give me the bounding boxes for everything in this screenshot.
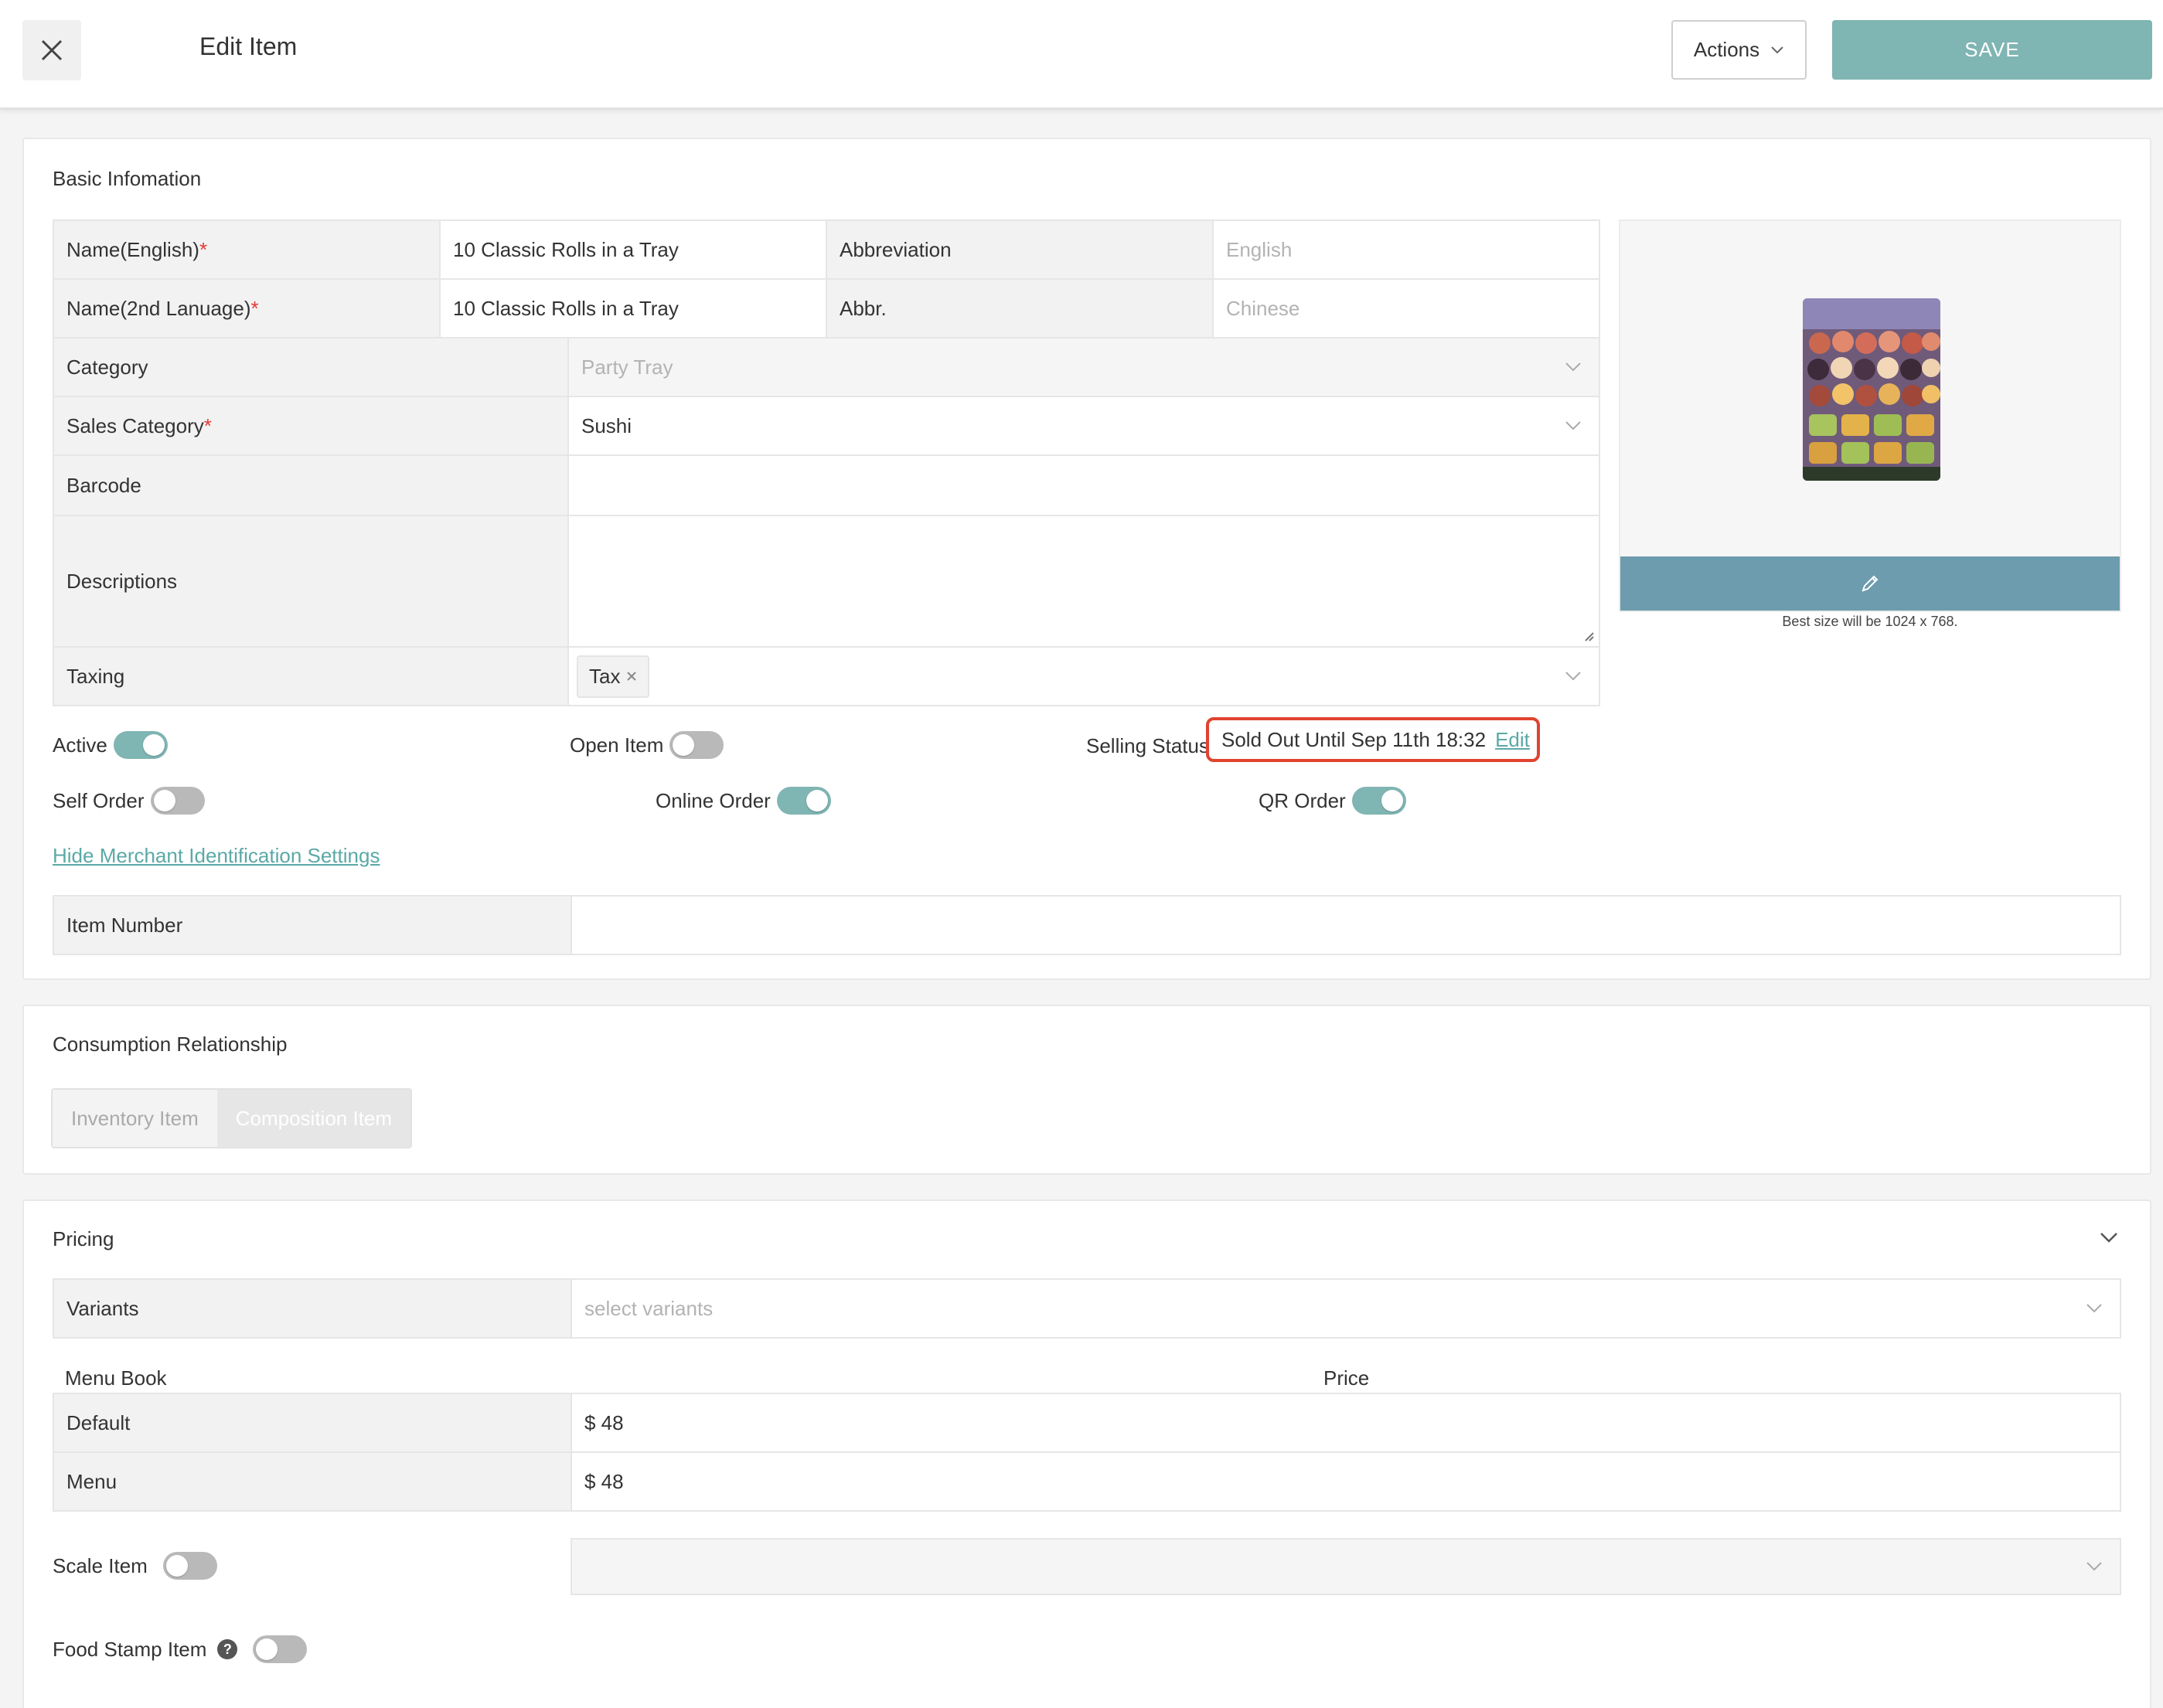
abbr-2nd-input[interactable]: Chinese	[1212, 278, 1600, 339]
sushi-tray-image	[1803, 298, 1940, 481]
variants-placeholder: select variants	[584, 1296, 714, 1320]
open-item-toggle-group: Open Item	[570, 731, 724, 759]
self-order-label: Self Order	[53, 788, 145, 812]
abbr-2nd-label: Abbr.	[826, 278, 1214, 339]
basic-information-title: Basic Infomation	[53, 167, 202, 190]
price-header: Price	[1323, 1366, 1370, 1390]
name-2nd-language-label: Name(2nd Lanuage) *	[53, 278, 441, 339]
hide-merchant-settings-link[interactable]: Hide Merchant Identification Settings	[53, 844, 380, 868]
inventory-item-tab[interactable]: Inventory Item	[53, 1090, 217, 1147]
taxing-label: Taxing	[53, 646, 569, 706]
scale-item-label: Scale Item	[53, 1553, 148, 1577]
image-edit-button[interactable]	[1620, 556, 2120, 611]
sales-category-value: Sushi	[581, 413, 632, 437]
open-item-label: Open Item	[570, 733, 664, 757]
sales-category-label-text: Sales Category	[66, 413, 204, 437]
required-mark: *	[203, 413, 212, 437]
variants-label: Variants	[53, 1278, 572, 1339]
image-size-hint: Best size will be 1024 x 768.	[1782, 614, 1958, 629]
qr-order-switch[interactable]	[1351, 787, 1406, 815]
actions-dropdown[interactable]: Actions	[1671, 20, 1807, 80]
scale-unit-select[interactable]	[571, 1538, 2121, 1595]
chevron-down-icon	[1771, 46, 1783, 53]
table-row-label: Default	[53, 1393, 572, 1453]
active-toggle-group: Active	[53, 731, 168, 759]
category-value: Party Tray	[581, 355, 673, 379]
save-button[interactable]: SAVE	[1832, 20, 2152, 80]
price-input-default[interactable]: $ 48	[571, 1393, 2121, 1453]
page-title: Edit Item	[199, 32, 298, 60]
required-mark: *	[250, 296, 259, 320]
pricing-title: Pricing	[53, 1227, 114, 1250]
resize-handle-icon[interactable]	[1582, 629, 1594, 641]
abbreviation-input[interactable]: English	[1212, 219, 1600, 280]
barcode-input[interactable]	[567, 454, 1600, 516]
chevron-down-icon	[1565, 421, 1581, 430]
sales-category-select[interactable]: Sushi	[567, 396, 1600, 456]
tax-tag-label: Tax	[589, 664, 621, 688]
chevron-down-icon	[1565, 362, 1581, 372]
category-label: Category	[53, 337, 569, 397]
online-order-label: Online Order	[656, 788, 771, 812]
name-english-input[interactable]: 10 Classic Rolls in a Tray	[439, 219, 827, 280]
composition-item-tab[interactable]: Composition Item	[216, 1090, 411, 1147]
tax-tag[interactable]: Tax	[577, 655, 650, 698]
open-item-switch[interactable]	[669, 731, 724, 759]
descriptions-label: Descriptions	[53, 515, 569, 648]
barcode-label: Barcode	[53, 454, 569, 516]
item-image	[1803, 298, 1940, 481]
pencil-icon	[1862, 575, 1879, 592]
selling-status-value: Sold Out Until Sep 11th 18:32	[1221, 727, 1487, 751]
food-stamp-toggle-group: Food Stamp Item ?	[53, 1635, 308, 1663]
self-order-switch[interactable]	[150, 787, 205, 815]
variants-select[interactable]: select variants	[571, 1278, 2121, 1339]
food-stamp-label: Food Stamp Item	[53, 1637, 207, 1661]
consumption-title: Consumption Relationship	[53, 1033, 288, 1056]
price-input-menu[interactable]: $ 48	[571, 1451, 2121, 1512]
qr-order-label: QR Order	[1259, 788, 1346, 812]
chevron-down-icon	[2086, 1304, 2102, 1313]
taxing-select[interactable]: Tax	[567, 646, 1600, 706]
abbr-2nd-placeholder: Chinese	[1226, 296, 1300, 320]
selling-status-label: Selling Status	[1086, 734, 1209, 757]
food-stamp-switch[interactable]	[253, 1635, 308, 1663]
item-number-input[interactable]	[571, 895, 2121, 955]
name-english-label-text: Name(English)	[66, 237, 199, 261]
selling-status-edit-link[interactable]: Edit	[1495, 728, 1530, 752]
table-row-label: Menu	[53, 1451, 572, 1512]
chevron-down-icon[interactable]	[2100, 1232, 2118, 1244]
required-mark: *	[199, 237, 208, 261]
help-icon[interactable]: ?	[217, 1639, 238, 1659]
qr-order-toggle-group: QR Order	[1259, 787, 1406, 815]
close-icon	[41, 39, 63, 61]
top-header: Edit Item Actions SAVE	[0, 0, 2163, 110]
online-order-switch[interactable]	[776, 787, 831, 815]
close-button[interactable]	[22, 20, 81, 80]
name-english-label: Name(English) *	[53, 219, 441, 280]
chevron-down-icon	[2086, 1562, 2102, 1571]
active-label: Active	[53, 733, 107, 757]
abbreviation-placeholder: English	[1226, 237, 1293, 261]
selling-status-box: Sold Out Until Sep 11th 18:32 Edit	[1206, 717, 1540, 762]
scale-item-switch[interactable]	[162, 1552, 217, 1580]
name-2nd-language-input[interactable]: 10 Classic Rolls in a Tray	[439, 278, 827, 339]
sales-category-label: Sales Category *	[53, 396, 569, 456]
actions-label: Actions	[1693, 38, 1760, 61]
self-order-toggle-group: Self Order	[53, 787, 205, 815]
consumption-type-toggle: Inventory Item Composition Item	[51, 1088, 413, 1148]
scale-item-toggle-group: Scale Item	[53, 1552, 217, 1580]
name-2nd-language-label-text: Name(2nd Lanuage)	[66, 296, 251, 320]
active-switch[interactable]	[113, 731, 168, 759]
descriptions-textarea[interactable]	[567, 515, 1600, 648]
item-image-panel	[1619, 219, 2121, 612]
item-number-label: Item Number	[53, 895, 572, 955]
remove-tag-icon[interactable]	[626, 671, 637, 682]
chevron-down-icon	[1565, 672, 1581, 681]
online-order-toggle-group: Online Order	[656, 787, 831, 815]
category-select[interactable]: Party Tray	[567, 337, 1600, 397]
abbreviation-label: Abbreviation	[826, 219, 1214, 280]
menu-book-header: Menu Book	[65, 1366, 167, 1390]
